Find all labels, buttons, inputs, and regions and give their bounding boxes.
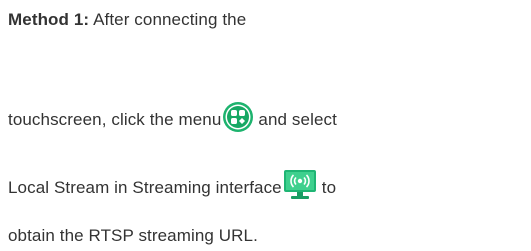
instruction-line-1: Method 1: After connecting the [8, 10, 246, 30]
instruction-line-2: touchscreen, click the menu and select [8, 98, 337, 133]
streaming-monitor-icon [283, 168, 317, 201]
line-3-text-after: to [321, 178, 337, 197]
method-label: Method 1: [8, 10, 90, 29]
instruction-line-4: obtain the RTSP streaming URL. [8, 226, 258, 246]
line-2-text-before: touchscreen, click the menu [8, 110, 222, 129]
line-2-text-after: and select [258, 110, 337, 129]
line-1-text: After connecting the [93, 10, 247, 29]
menu-grid-icon [222, 101, 254, 133]
line-3-text-before: Local Stream in Streaming interface [8, 178, 282, 197]
instruction-line-3: Local Stream in Streaming interface to [8, 165, 337, 201]
line-4-text: obtain the RTSP streaming URL. [8, 226, 258, 245]
